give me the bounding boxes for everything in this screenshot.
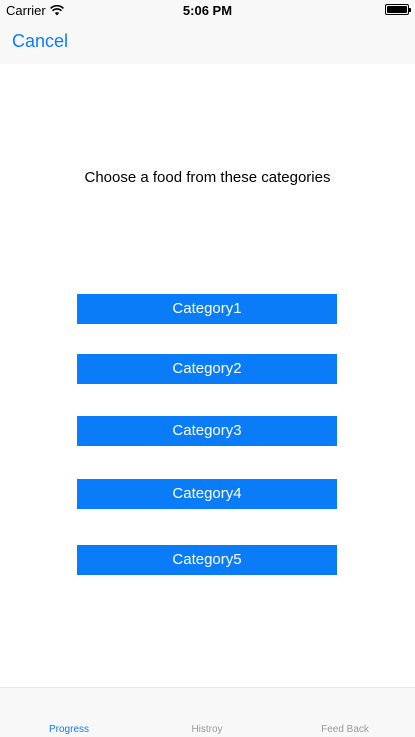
navigation-bar: Cancel [0, 22, 415, 64]
tab-bar: Progress Histroy Feed Back [0, 687, 415, 737]
category-1-button[interactable]: Category1 [77, 294, 337, 324]
tab-progress[interactable]: Progress [0, 724, 138, 735]
category-prompt: Choose a food from these categories [84, 169, 331, 186]
tab-feedback[interactable]: Feed Back [276, 724, 414, 735]
status-right [385, 4, 411, 15]
cancel-button[interactable]: Cancel [12, 31, 68, 52]
screen: Carrier 5:06 PM Cancel Choose a food fro… [0, 0, 415, 737]
status-time: 5:06 PM [182, 3, 233, 18]
status-bar: Carrier 5:06 PM [0, 0, 415, 22]
tab-history[interactable]: Histroy [138, 724, 276, 735]
category-5-button[interactable]: Category5 [77, 545, 337, 575]
category-3-button[interactable]: Category3 [77, 416, 337, 446]
category-2-button[interactable]: Category2 [77, 354, 337, 384]
category-4-button[interactable]: Category4 [77, 479, 337, 509]
battery-icon [385, 4, 411, 15]
